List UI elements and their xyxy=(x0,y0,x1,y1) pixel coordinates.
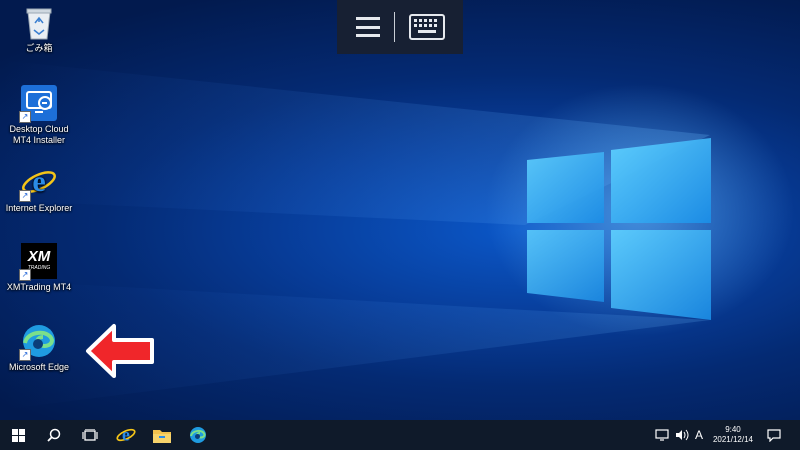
system-tray: A 9:40 2021/12/14 xyxy=(655,420,800,450)
desktop-icon-internet-explorer[interactable]: e ↗ Internet Explorer xyxy=(1,164,77,214)
desktop-icon-label: XMTrading MT4 xyxy=(6,282,72,292)
shortcut-arrow-icon: ↗ xyxy=(19,269,31,281)
toolbar-divider xyxy=(393,12,395,42)
svg-text:e: e xyxy=(32,165,45,198)
microsoft-edge-icon xyxy=(190,427,206,443)
svg-text:e: e xyxy=(122,425,130,445)
clock[interactable]: 9:40 2021/12/14 xyxy=(713,425,753,445)
search-button[interactable] xyxy=(36,420,72,450)
keyboard-icon[interactable] xyxy=(408,14,445,40)
task-view-icon xyxy=(82,428,98,441)
recycle-bin-icon xyxy=(24,6,54,40)
clock-date: 2021/12/14 xyxy=(712,435,753,444)
start-icon xyxy=(11,428,25,442)
search-icon xyxy=(47,428,61,442)
desktop-icon-label: Desktop Cloud MT4 Installer xyxy=(9,124,69,145)
taskbar: e A 9:40 2021/12/14 xyxy=(0,420,800,450)
ime-indicator[interactable]: A xyxy=(695,428,703,442)
file-explorer-icon xyxy=(153,429,171,443)
xm-logo-text: XM xyxy=(27,248,51,265)
desktop-icon-label: ごみ箱 xyxy=(25,43,53,53)
remote-toolbar xyxy=(337,0,463,54)
clock-time: 9:40 xyxy=(725,425,741,434)
notifications-icon[interactable] xyxy=(767,428,781,442)
internet-explorer-icon: e xyxy=(116,425,136,445)
desktop-icon-label: Internet Explorer xyxy=(5,203,73,213)
xmtrading-icon: XM TRADING ↗ xyxy=(19,243,57,281)
shortcut-arrow-icon: ↗ xyxy=(19,111,31,123)
windows-logo xyxy=(527,138,711,320)
microsoft-edge-icon: ↗ xyxy=(19,323,57,361)
annotation-arrow-icon xyxy=(86,324,154,378)
desktop-icon-xmtrading[interactable]: XM TRADING ↗ XMTrading MT4 xyxy=(1,243,77,293)
desktop-icon-microsoft-edge[interactable]: ↗ Microsoft Edge xyxy=(1,323,77,373)
network-icon[interactable] xyxy=(655,429,669,441)
desktop-icon-label: Microsoft Edge xyxy=(8,362,70,372)
volume-icon[interactable] xyxy=(675,429,689,441)
taskbar-microsoft-edge[interactable] xyxy=(180,420,216,450)
desktop-icon-recycle-bin[interactable]: ごみ箱 xyxy=(1,6,77,54)
shortcut-arrow-icon: ↗ xyxy=(19,190,31,202)
desktop-cloud-installer-icon: ↗ xyxy=(19,85,57,123)
hamburger-menu-icon[interactable] xyxy=(355,17,380,37)
shortcut-arrow-icon: ↗ xyxy=(19,349,31,361)
task-view-button[interactable] xyxy=(72,420,108,450)
internet-explorer-icon: e ↗ xyxy=(19,164,57,202)
start-button[interactable] xyxy=(0,420,36,450)
desktop-icon-desktop-cloud-installer[interactable]: ↗ Desktop Cloud MT4 Installer xyxy=(1,85,77,146)
taskbar-internet-explorer[interactable]: e xyxy=(108,420,144,450)
taskbar-file-explorer[interactable] xyxy=(144,420,180,450)
wallpaper xyxy=(0,60,711,410)
